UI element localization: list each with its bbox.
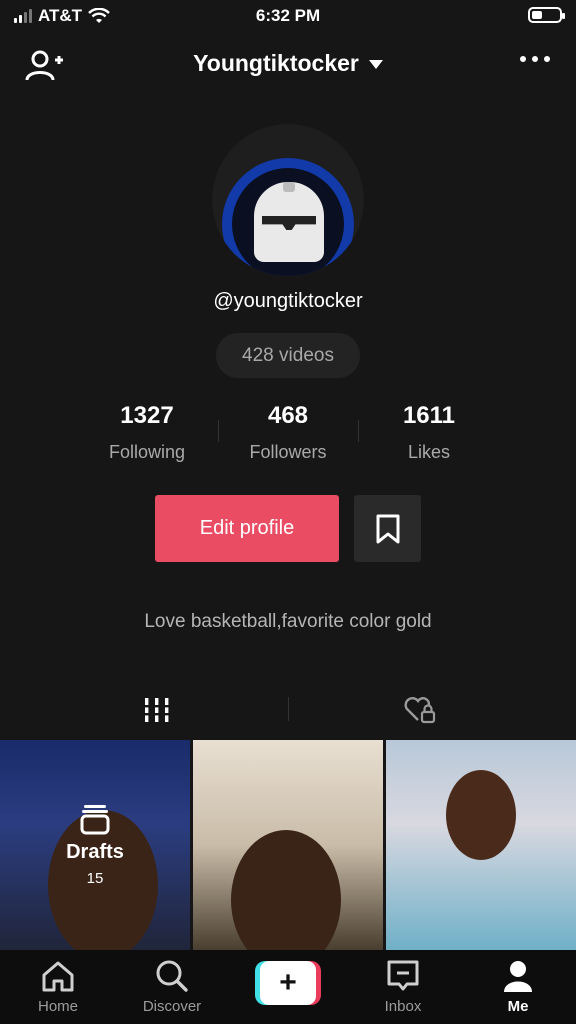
nav-label: Discover xyxy=(142,998,202,1015)
inbox-icon xyxy=(387,960,419,991)
nav-me[interactable]: Me xyxy=(468,958,568,1015)
stat-label: Following xyxy=(108,442,186,462)
stat-likes[interactable]: 1611 Likes xyxy=(359,402,499,463)
plus-icon: + xyxy=(260,961,316,1005)
account-name: Youngtiktocker xyxy=(193,50,359,76)
tab-videos-grid-icon[interactable] xyxy=(143,696,171,724)
status-bar: AT&T 6:32 PM xyxy=(0,0,576,34)
nav-label: Inbox xyxy=(384,998,422,1015)
drafts-icon xyxy=(80,805,110,835)
caret-down-icon xyxy=(368,60,383,70)
clone-trooper-helmet-image xyxy=(254,182,324,262)
drafts-count: 15 xyxy=(86,870,104,887)
battery-icon xyxy=(528,7,565,23)
video-thumbnail[interactable] xyxy=(193,740,383,950)
video-thumbnail[interactable] xyxy=(386,740,576,950)
nav-inbox[interactable]: Inbox xyxy=(353,958,453,1015)
stat-value: 1611 xyxy=(402,402,456,429)
favorites-button[interactable] xyxy=(354,495,421,562)
stat-following[interactable]: 1327 Following xyxy=(77,402,217,463)
edit-profile-button[interactable]: Edit profile xyxy=(155,495,339,562)
search-icon xyxy=(156,960,188,992)
account-switcher[interactable]: Youngtiktocker xyxy=(0,50,576,77)
drafts-tile[interactable]: Drafts 15 xyxy=(0,740,190,950)
profile-username: @youngtiktocker xyxy=(213,290,363,312)
video-grid: Drafts 15 xyxy=(0,740,576,950)
stat-followers[interactable]: 468 Followers xyxy=(218,402,358,463)
ellipsis-icon[interactable] xyxy=(520,56,550,62)
clock: 6:32 PM xyxy=(255,6,321,25)
stat-label: Likes xyxy=(407,442,451,462)
tab-divider xyxy=(288,697,289,721)
person-icon xyxy=(504,961,532,992)
home-icon xyxy=(42,961,74,992)
nav-home[interactable]: Home xyxy=(8,958,108,1015)
tab-liked-private-icon[interactable] xyxy=(403,695,437,725)
nav-label: Me xyxy=(507,998,529,1015)
profile-bio: Love basketball,favorite color gold xyxy=(144,611,432,632)
avatar[interactable] xyxy=(212,124,364,276)
stat-value: 468 xyxy=(267,402,309,429)
bookmark-icon xyxy=(376,514,399,543)
nav-discover[interactable]: Discover xyxy=(122,958,222,1015)
create-video-button[interactable]: + xyxy=(255,961,321,1005)
stat-value: 1327 xyxy=(120,402,174,429)
video-count-badge[interactable]: 428 videos xyxy=(216,333,360,378)
drafts-label: Drafts xyxy=(66,841,124,863)
nav-label: Home xyxy=(37,998,78,1015)
stat-label: Followers xyxy=(249,442,327,462)
